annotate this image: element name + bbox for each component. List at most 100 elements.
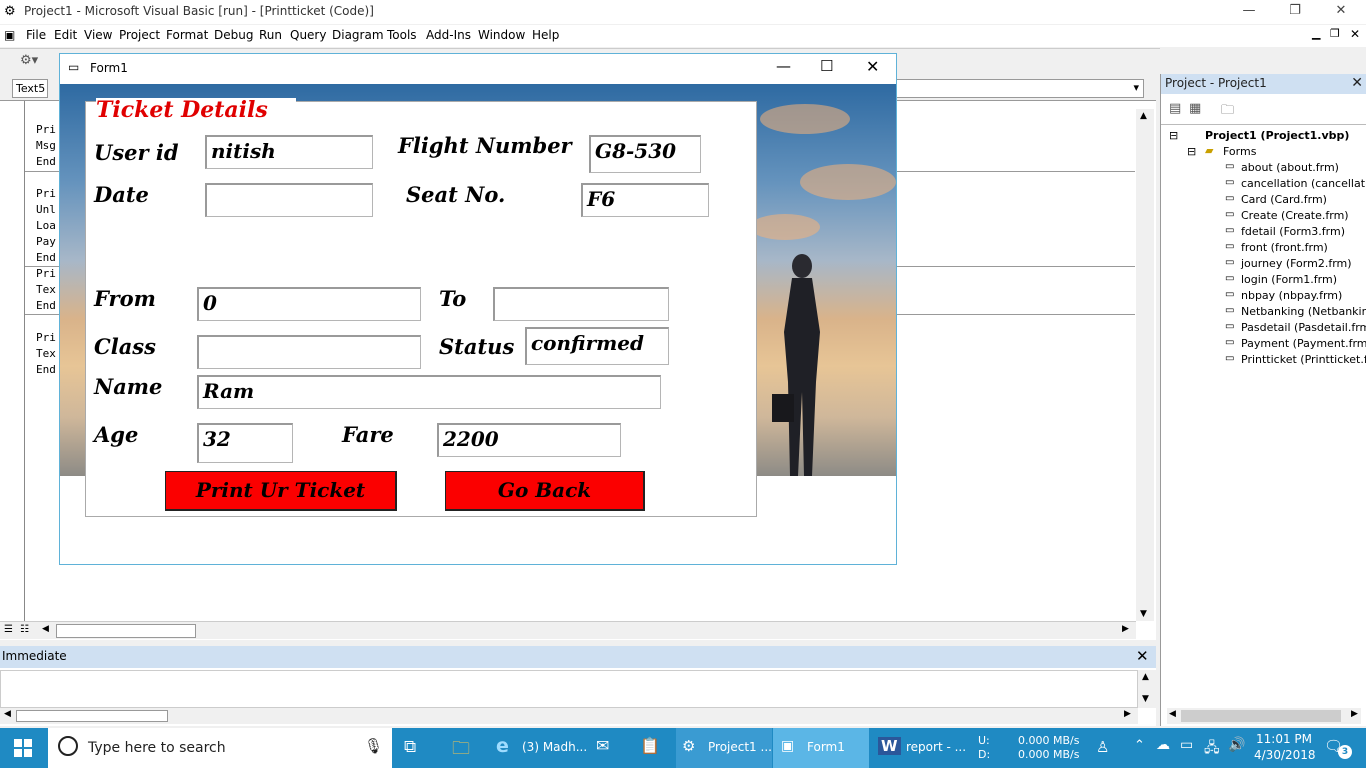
- go-back-button[interactable]: Go Back: [445, 471, 645, 511]
- project-form-item[interactable]: Payment (Payment.frm): [1241, 337, 1366, 350]
- close-button[interactable]: ✕: [1318, 0, 1364, 24]
- menu-file[interactable]: File: [26, 28, 46, 42]
- form1-title-bar[interactable]: ▭ Form1 — ☐ ✕: [60, 54, 896, 84]
- maximize-icon[interactable]: ☐: [820, 57, 833, 75]
- project-root-node[interactable]: Project1 (Project1.vbp): [1205, 129, 1349, 142]
- scroll-up-icon[interactable]: ▲: [1140, 111, 1147, 121]
- name-field[interactable]: Ram: [197, 375, 661, 409]
- close-icon[interactable]: ✕: [1136, 647, 1149, 665]
- scroll-left-icon[interactable]: ◀: [1169, 709, 1176, 719]
- clock-time[interactable]: 11:01 PM: [1256, 732, 1312, 746]
- taskbar-app-edge[interactable]: (3) Madh...: [522, 740, 587, 754]
- microphone-icon[interactable]: 🎙: [364, 737, 383, 755]
- object-combo[interactable]: Text5: [12, 79, 48, 98]
- project-horizontal-scrollbar[interactable]: ◀ ▶: [1167, 708, 1361, 724]
- menu-view[interactable]: View: [84, 28, 112, 42]
- scroll-right-icon[interactable]: ▶: [1124, 709, 1131, 719]
- project-form-item[interactable]: Create (Create.frm): [1241, 209, 1349, 222]
- menu-window[interactable]: Window: [478, 28, 525, 42]
- scroll-left-icon[interactable]: ◀: [4, 709, 11, 719]
- from-field[interactable]: 0: [197, 287, 421, 321]
- project-form-item[interactable]: login (Form1.frm): [1241, 273, 1337, 286]
- network-icon[interactable]: 🖧: [1204, 737, 1220, 761]
- mdi-minimize-icon[interactable]: ▁: [1312, 27, 1320, 40]
- user-id-field[interactable]: nitish: [205, 135, 373, 169]
- procedure-view-icon[interactable]: ☰: [4, 624, 13, 635]
- taskbar-search-box[interactable]: Type here to search 🎙: [48, 728, 392, 768]
- seat-no-field[interactable]: F6: [581, 183, 709, 217]
- scroll-down-icon[interactable]: ▼: [1140, 609, 1147, 619]
- project-form-item[interactable]: fdetail (Form3.frm): [1241, 225, 1345, 238]
- flight-number-field[interactable]: G8-530: [589, 135, 701, 173]
- project-form-item[interactable]: Pasdetail (Pasdetail.frm): [1241, 321, 1366, 334]
- mail-icon[interactable]: ✉: [596, 736, 609, 755]
- status-field[interactable]: confirmed: [525, 327, 669, 365]
- scroll-thumb[interactable]: [56, 624, 196, 638]
- project-form-item[interactable]: about (about.frm): [1241, 161, 1339, 174]
- volume-icon[interactable]: 🔊: [1228, 737, 1245, 753]
- scroll-thumb[interactable]: [16, 710, 168, 722]
- add-project-icon[interactable]: ⚙▾: [20, 53, 38, 68]
- scroll-left-icon[interactable]: ◀: [42, 624, 49, 634]
- print-ticket-button[interactable]: Print Ur Ticket: [165, 471, 397, 511]
- menu-addins[interactable]: Add-Ins: [426, 28, 471, 42]
- file-explorer-icon[interactable]: 🗀: [452, 736, 470, 766]
- scroll-down-icon[interactable]: ▼: [1142, 694, 1149, 704]
- project-form-item[interactable]: journey (Form2.frm): [1241, 257, 1352, 270]
- taskbar-app-form1[interactable]: ▣ Form1: [773, 728, 869, 768]
- view-object-icon[interactable]: ▦: [1189, 101, 1201, 116]
- close-icon[interactable]: ✕: [866, 57, 879, 76]
- windows-start-icon[interactable]: [14, 739, 32, 757]
- mdi-restore-icon[interactable]: ❐: [1330, 27, 1340, 40]
- menu-edit[interactable]: Edit: [54, 28, 77, 42]
- full-module-view-icon[interactable]: ☷: [20, 624, 29, 635]
- immediate-hscroll[interactable]: ◀ ▶: [0, 708, 1138, 724]
- minimize-button[interactable]: —: [1226, 0, 1272, 24]
- scroll-right-icon[interactable]: ▶: [1122, 624, 1129, 634]
- taskbar-app-word[interactable]: W report - ...: [872, 728, 968, 768]
- chevron-up-icon[interactable]: ⌃: [1134, 738, 1145, 753]
- tree-expander-icon[interactable]: ⊟: [1169, 129, 1178, 142]
- menu-tools[interactable]: Tools: [387, 28, 417, 42]
- toggle-folders-icon[interactable]: 🗀: [1221, 101, 1234, 123]
- close-icon[interactable]: ✕: [1351, 75, 1363, 91]
- class-field[interactable]: [197, 335, 421, 369]
- view-code-icon[interactable]: ▤: [1169, 101, 1181, 116]
- project-form-item[interactable]: Printticket (Printticket.frm: [1241, 353, 1366, 366]
- onedrive-icon[interactable]: ☁: [1156, 737, 1170, 753]
- clipboard-icon[interactable]: 📋: [640, 736, 660, 755]
- project-form-item[interactable]: Card (Card.frm): [1241, 193, 1327, 206]
- age-field[interactable]: 32: [197, 423, 293, 463]
- menu-diagram[interactable]: Diagram: [332, 28, 384, 42]
- project-form-item[interactable]: cancellation (cancellation.: [1241, 177, 1366, 190]
- date-field[interactable]: [205, 183, 373, 217]
- scroll-thumb[interactable]: [1181, 710, 1341, 722]
- taskbar-app-vb[interactable]: ⚙ Project1 ...: [676, 728, 772, 768]
- fare-field[interactable]: 2200: [437, 423, 621, 457]
- project-form-item[interactable]: Netbanking (Netbanking.f: [1241, 305, 1366, 318]
- menu-project[interactable]: Project: [119, 28, 160, 42]
- battery-icon[interactable]: ▭: [1180, 737, 1193, 753]
- tree-expander-icon[interactable]: ⊟: [1187, 145, 1196, 158]
- code-horizontal-scrollbar[interactable]: ☰ ☷ ◀ ▶: [0, 621, 1136, 639]
- restore-button[interactable]: ❐: [1272, 0, 1318, 24]
- forms-folder-node[interactable]: Forms: [1223, 145, 1256, 158]
- scroll-right-icon[interactable]: ▶: [1351, 709, 1358, 719]
- minimize-icon[interactable]: —: [776, 57, 791, 75]
- immediate-input[interactable]: [0, 670, 1138, 708]
- project-form-item[interactable]: front (front.frm): [1241, 241, 1328, 254]
- people-icon[interactable]: ♙: [1096, 738, 1109, 756]
- menu-query[interactable]: Query: [290, 28, 326, 42]
- edge-browser-icon[interactable]: e: [496, 735, 509, 757]
- task-view-icon[interactable]: ⧉: [404, 737, 416, 757]
- immediate-vscroll[interactable]: ▲ ▼: [1138, 670, 1156, 708]
- procedure-combo[interactable]: ▾: [896, 79, 1144, 98]
- menu-format[interactable]: Format: [166, 28, 208, 42]
- code-vertical-scrollbar[interactable]: ▲ ▼: [1136, 109, 1154, 621]
- menu-help[interactable]: Help: [532, 28, 559, 42]
- project-form-item[interactable]: nbpay (nbpay.frm): [1241, 289, 1342, 302]
- mdi-close-icon[interactable]: ✕: [1350, 27, 1360, 41]
- menu-debug[interactable]: Debug: [214, 28, 253, 42]
- clock-date[interactable]: 4/30/2018: [1254, 748, 1316, 762]
- to-field[interactable]: [493, 287, 669, 321]
